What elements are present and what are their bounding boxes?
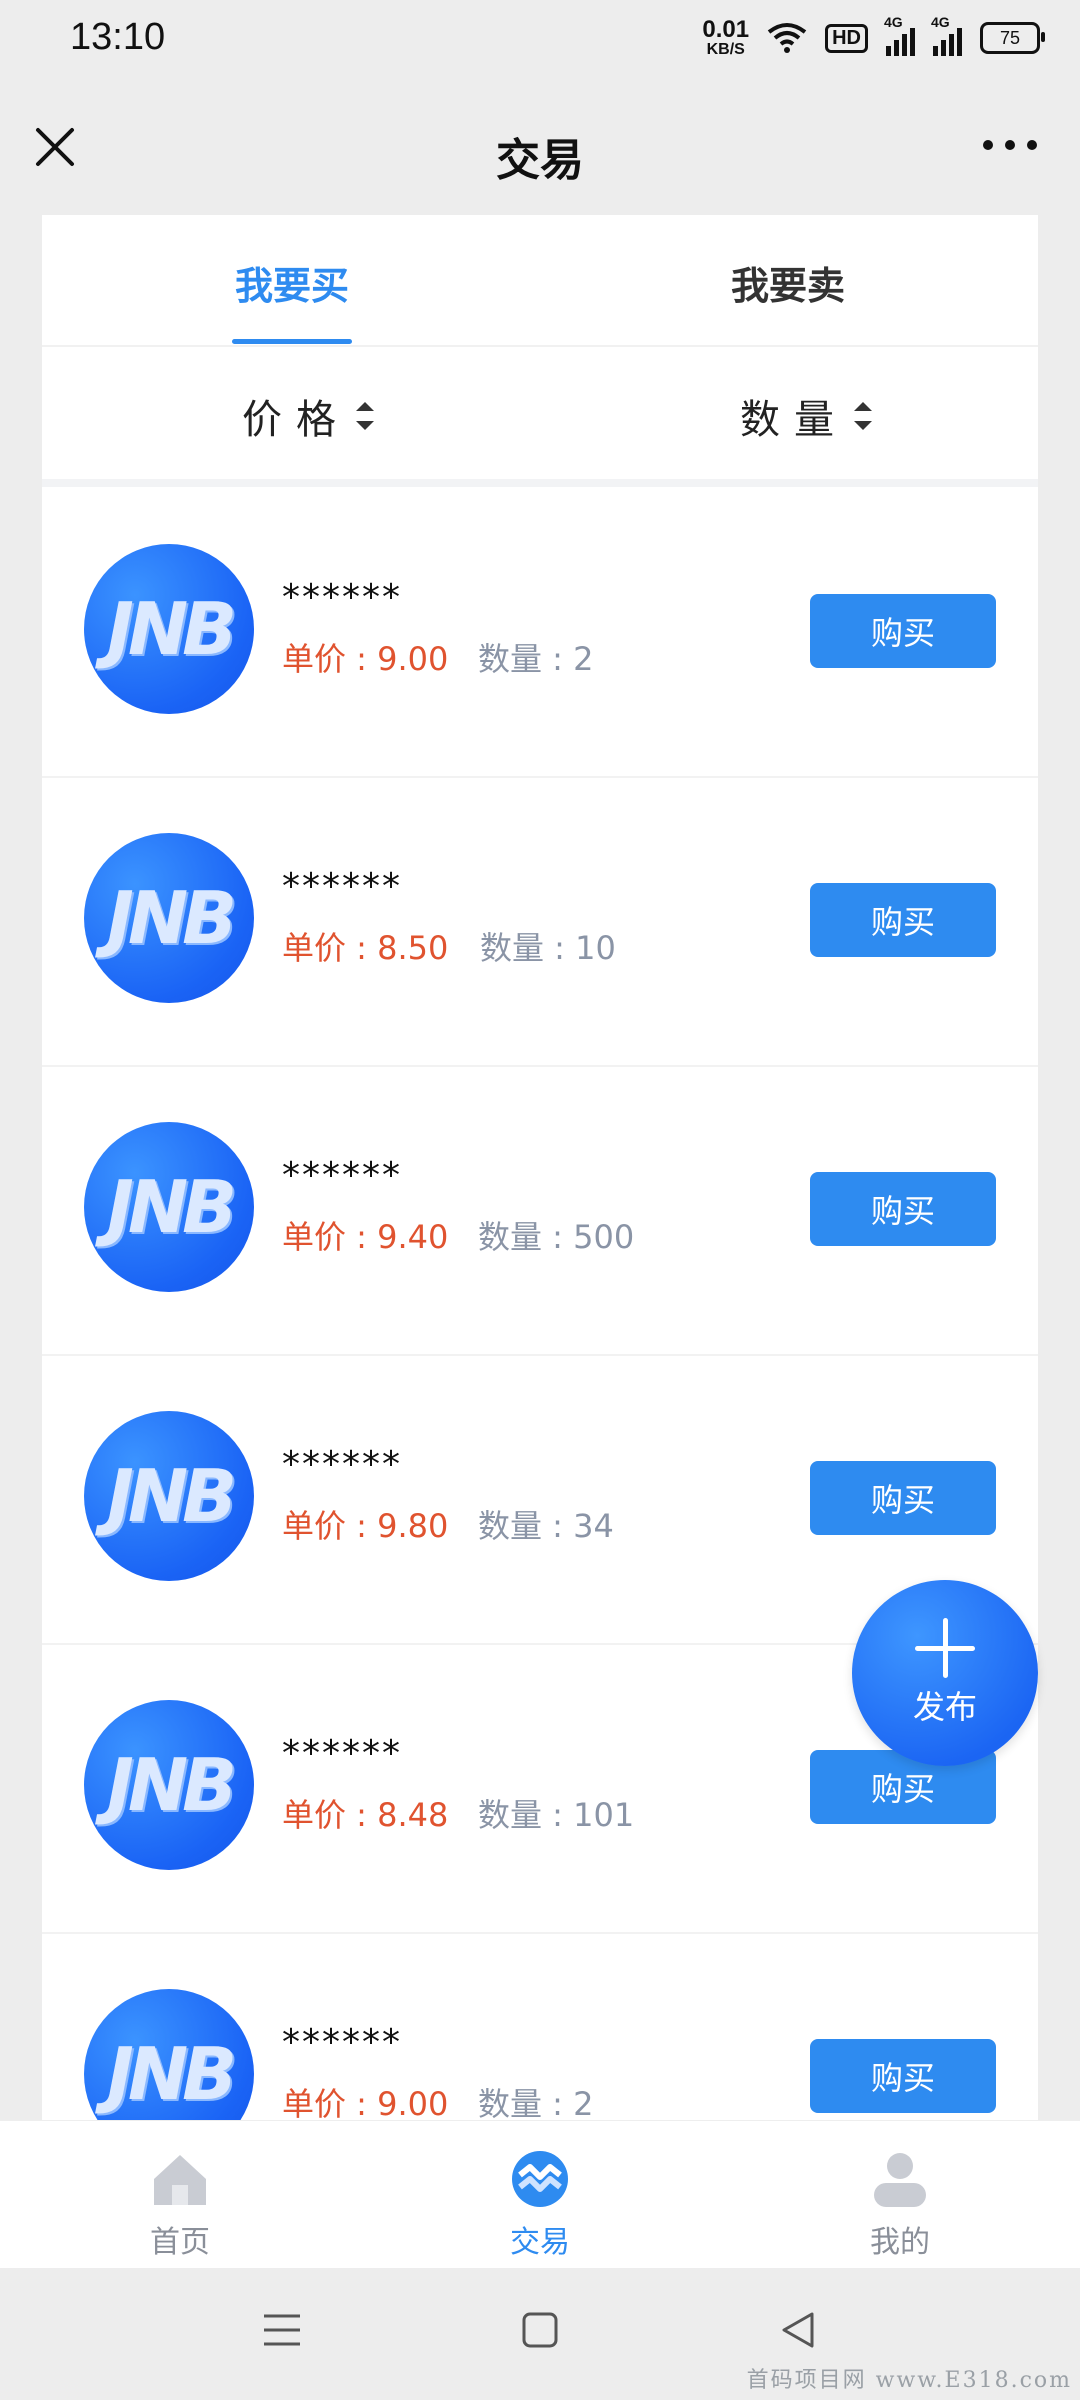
avatar: JNB xyxy=(84,544,254,714)
list-item: JNB ****** 单价 : 9.00 数量 : 2 购买 xyxy=(42,1934,1038,2120)
list-item: JNB ****** 单价 : 9.40 数量 : 500 购买 xyxy=(42,1067,1038,1356)
sort-price-label: 价格 xyxy=(242,397,350,443)
quantity: 数量 : 101 xyxy=(478,1796,635,1834)
list-item: JNB ****** 单价 : 8.50 数量 : 10 购买 xyxy=(42,778,1038,1067)
battery-level: 75 xyxy=(999,27,1021,48)
status-icons: 0.01 KB/S HD 4G 4G 75 xyxy=(702,14,1045,58)
sort-quantity-label: 数量 xyxy=(740,397,848,443)
quantity: 数量 : 2 xyxy=(478,640,594,678)
plus-icon xyxy=(915,1618,975,1678)
unit-price: 单价 : 8.48 xyxy=(282,1796,449,1834)
avatar-logo: JNB xyxy=(107,876,237,960)
unit-price: 单价 : 9.00 xyxy=(282,2085,449,2120)
avatar: JNB xyxy=(84,1989,254,2120)
hd-badge: HD xyxy=(825,23,868,53)
quantity: 数量 : 10 xyxy=(480,929,616,967)
publish-label: 发布 xyxy=(912,1688,977,1726)
trade-content: 我要买 我要卖 价格 数量 JNB ****** 单价 : 9.00 数量 : … xyxy=(42,215,1038,2120)
quantity: 数量 : 2 xyxy=(478,2085,594,2120)
listing-list: JNB ****** 单价 : 9.00 数量 : 2 购买 JNB *****… xyxy=(42,489,1038,2120)
battery-icon: 75 xyxy=(980,22,1045,54)
trade-tabs: 我要买 我要卖 xyxy=(42,215,1038,347)
net-speed: 0.01 KB/S xyxy=(702,18,749,58)
seller-name: ****** xyxy=(282,1444,402,1485)
back-icon[interactable] xyxy=(778,2310,818,2350)
avatar-logo: JNB xyxy=(107,587,237,671)
nav-home-label: 首页 xyxy=(150,2225,210,2260)
buy-button[interactable]: 购买 xyxy=(810,2039,996,2113)
avatar-logo: JNB xyxy=(107,1743,237,1827)
unit-price: 单价 : 8.50 xyxy=(282,929,449,967)
sort-bar: 价格 数量 xyxy=(42,347,1038,487)
active-tab-indicator xyxy=(232,339,352,344)
signal-icon: 4G xyxy=(931,14,962,56)
unit-price: 单价 : 9.80 xyxy=(282,1507,449,1545)
seller-name: ****** xyxy=(282,2022,402,2063)
net-speed-value: 0.01 xyxy=(702,16,750,43)
avatar: JNB xyxy=(84,1411,254,1581)
wifi-icon xyxy=(767,23,807,53)
buy-button[interactable]: 购买 xyxy=(810,1461,996,1535)
more-icon[interactable] xyxy=(980,130,1040,160)
net-speed-unit: KB/S xyxy=(706,41,745,58)
signal-label: 4G xyxy=(884,14,903,30)
publish-button[interactable]: 发布 xyxy=(852,1580,1038,1766)
quantity: 数量 : 500 xyxy=(478,1218,635,1256)
bottom-nav: 首页 交易 我的 xyxy=(0,2120,1080,2269)
trade-icon xyxy=(512,2151,568,2207)
nav-home[interactable]: 首页 xyxy=(80,2149,280,2261)
quantity: 数量 : 34 xyxy=(478,1507,614,1545)
buy-button[interactable]: 购买 xyxy=(810,883,996,957)
signal-icon: 4G xyxy=(884,14,915,56)
nav-trade-label: 交易 xyxy=(510,2225,570,2260)
sort-arrows-icon xyxy=(356,402,374,430)
list-item: JNB ****** 单价 : 9.00 数量 : 2 购买 xyxy=(42,489,1038,778)
sort-arrows-icon xyxy=(854,402,872,430)
avatar: JNB xyxy=(84,1122,254,1292)
sort-quantity[interactable]: 数量 xyxy=(740,387,872,445)
app-header: 交易 xyxy=(0,80,1080,215)
seller-name: ****** xyxy=(282,577,402,618)
nav-profile-label: 我的 xyxy=(870,2225,930,2260)
seller-name: ****** xyxy=(282,1155,402,1196)
nav-profile[interactable]: 我的 xyxy=(800,2149,1000,2261)
avatar-logo: JNB xyxy=(107,1454,237,1538)
unit-price: 单价 : 9.40 xyxy=(282,1218,449,1256)
avatar-logo: JNB xyxy=(107,1165,237,1249)
tab-sell[interactable]: 我要卖 xyxy=(688,255,888,310)
buy-button[interactable]: 购买 xyxy=(810,1172,996,1246)
avatar-logo: JNB xyxy=(107,2032,237,2116)
unit-price: 单价 : 9.00 xyxy=(282,640,449,678)
seller-name: ****** xyxy=(282,866,402,907)
status-bar: 13:10 0.01 KB/S HD 4G 4G 75 xyxy=(0,0,1080,80)
signal-label: 4G xyxy=(931,14,950,30)
profile-icon xyxy=(874,2153,926,2207)
nav-trade[interactable]: 交易 xyxy=(440,2149,640,2261)
sort-price[interactable]: 价格 xyxy=(242,387,374,445)
avatar: JNB xyxy=(84,833,254,1003)
system-nav-bar: 首码项目网 www.E318.com xyxy=(0,2268,1080,2400)
avatar: JNB xyxy=(84,1700,254,1870)
page-title: 交易 xyxy=(496,135,584,186)
home-button-icon[interactable] xyxy=(520,2310,560,2350)
menu-icon[interactable] xyxy=(262,2310,302,2350)
seller-name: ****** xyxy=(282,1733,402,1774)
watermark: 首码项目网 www.E318.com xyxy=(746,2368,1072,2393)
tab-buy[interactable]: 我要买 xyxy=(192,255,392,310)
home-icon xyxy=(154,2155,206,2205)
buy-button[interactable]: 购买 xyxy=(810,594,996,668)
status-time: 13:10 xyxy=(70,16,166,58)
